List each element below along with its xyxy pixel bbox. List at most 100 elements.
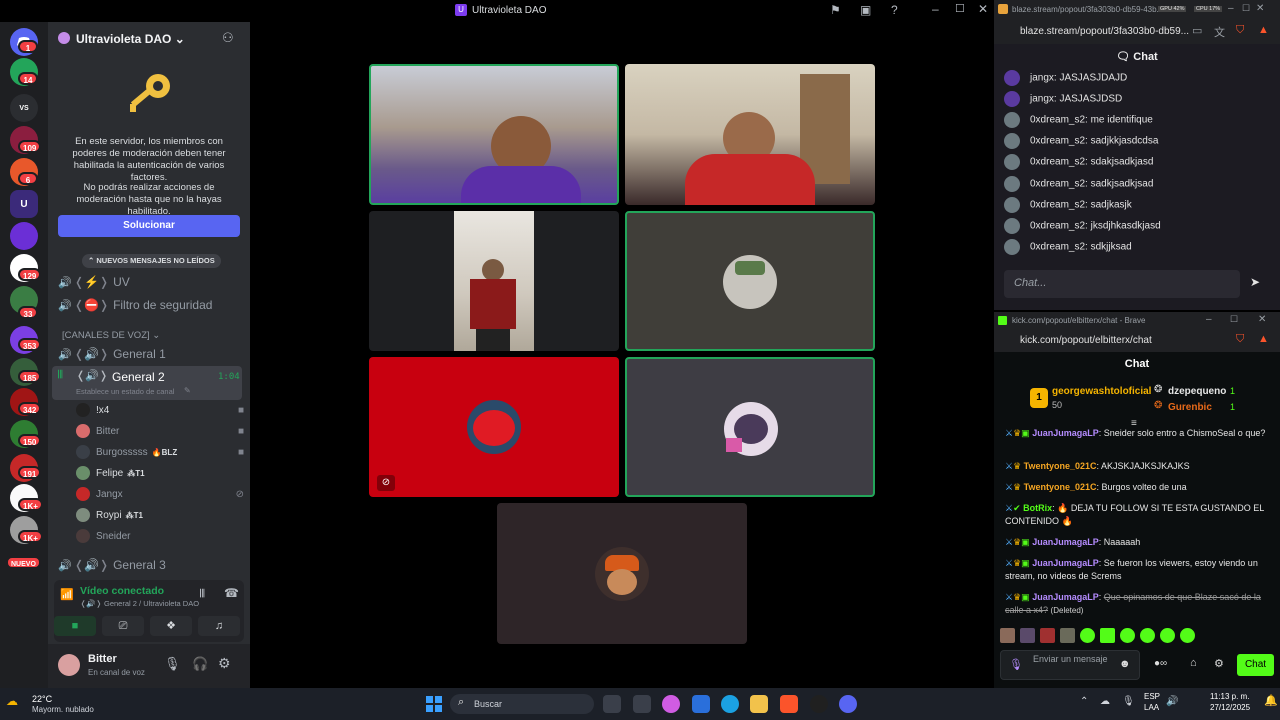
pencil-icon[interactable]: ✎ — [184, 386, 191, 395]
microphone-icon[interactable]: 🎙 — [1009, 658, 1023, 671]
keyboard-layout-indicator[interactable]: LAA — [1144, 703, 1159, 712]
activities-button[interactable]: ❖ — [150, 616, 192, 636]
kick-chat-input[interactable]: 🎙 Enviar un mensaje ☻ — [1000, 650, 1140, 680]
voice-status[interactable]: Vídeo conectado — [80, 585, 164, 597]
close-icon[interactable]: ✕ — [978, 2, 988, 16]
notifications-icon[interactable]: 🔔 — [1264, 694, 1278, 707]
soundboard-button[interactable]: ♫ — [198, 616, 240, 636]
copilot-icon[interactable] — [662, 695, 680, 713]
chevron-up-icon[interactable]: ⌃ — [1080, 696, 1088, 707]
brave-icon[interactable] — [780, 695, 798, 713]
gifter-name[interactable]: Gurenbic — [1168, 402, 1212, 413]
disconnect-icon[interactable]: ☎ — [224, 586, 239, 600]
video-tile-webcam-3[interactable] — [369, 211, 619, 351]
voice-user[interactable]: Burgosssss 🔥 BLZ ■ — [76, 443, 244, 461]
emote-icon[interactable] — [1060, 628, 1075, 643]
obs-icon[interactable] — [810, 695, 828, 713]
server-icon[interactable] — [10, 222, 38, 250]
emote-icon[interactable] — [1160, 628, 1175, 643]
emote-bar[interactable] — [1000, 628, 1200, 644]
video-tile-avatar-2[interactable]: ⊘ — [369, 357, 619, 497]
voice-channel-path[interactable]: ❬🔊❭ General 2 / Ultravioleta DAO — [80, 599, 199, 608]
maximize-icon[interactable]: ☐ — [1242, 3, 1250, 14]
voice-user[interactable]: Jangx ⊘ — [76, 485, 244, 503]
gear-icon[interactable]: ⚙ — [1214, 657, 1224, 670]
url-text[interactable]: blaze.stream/popout/3fa303b0-db59... — [1020, 26, 1189, 37]
video-tile-avatar-4[interactable] — [497, 503, 747, 644]
video-tile-webcam-1[interactable] — [369, 64, 619, 205]
emote-icon[interactable] — [1020, 628, 1035, 643]
chat-user[interactable]: Twentyone_021C — [1024, 482, 1097, 492]
chat-user[interactable]: JuanJumagaLP — [1032, 428, 1099, 438]
task-view-icon[interactable] — [603, 695, 621, 713]
emote-icon[interactable] — [1080, 628, 1095, 643]
server-icon-vs[interactable]: VS — [10, 94, 38, 122]
send-chat-button[interactable]: Chat — [1237, 654, 1274, 676]
start-menu-icon[interactable] — [426, 696, 442, 712]
chat-input[interactable]: Chat... — [1004, 270, 1240, 298]
edge-icon[interactable] — [721, 695, 739, 713]
discord-icon[interactable] — [839, 695, 857, 713]
gear-icon[interactable]: ⚙ — [218, 655, 231, 672]
unread-banner[interactable]: ⌃ NUEVOS MENSAJES NO LEÍDOS — [82, 254, 221, 268]
minimize-icon[interactable]: – — [1206, 314, 1212, 325]
maximize-icon[interactable]: ☐ — [1230, 314, 1238, 325]
weather-temp[interactable]: 22°C — [32, 694, 52, 704]
emote-icon[interactable] — [1120, 628, 1135, 643]
chat-user[interactable]: BotRix — [1023, 503, 1052, 513]
widgets-icon[interactable] — [633, 695, 651, 713]
top-gifter-name[interactable]: georgewashtoloficial — [1052, 386, 1151, 397]
video-icon[interactable]: ▣ — [860, 3, 871, 17]
add-member-icon[interactable]: ⚇ — [222, 30, 234, 46]
file-explorer-icon[interactable] — [750, 695, 768, 713]
points-icon[interactable]: ●∞ — [1154, 658, 1167, 669]
video-tile-avatar-3[interactable] — [625, 357, 875, 497]
channel-general-3[interactable]: 🔊 ❬🔊❭ General 3 — [58, 555, 244, 575]
chat-user[interactable]: JuanJumagaLP — [1032, 592, 1099, 602]
voice-category-header[interactable]: [CANALES DE VOZ] ⌄ — [62, 330, 160, 341]
channel-general-1[interactable]: 🔊 ❬🔊❭ General 1 — [58, 344, 244, 364]
video-tile-webcam-2[interactable] — [625, 64, 875, 205]
video-tile-avatar-1[interactable] — [625, 211, 875, 351]
language-indicator[interactable]: ESP — [1144, 692, 1160, 701]
browser-tab-title[interactable]: blaze.stream/popout/3fa303b0-db59-43b... — [1012, 5, 1158, 14]
noise-suppression-icon[interactable]: 𝄃𝄃 — [200, 588, 205, 601]
help-icon[interactable]: ? — [891, 3, 898, 17]
cast-icon[interactable]: ▭ — [1192, 24, 1202, 37]
channel-uv[interactable]: 🔊 ❬⚡❭ UV — [58, 272, 244, 292]
brave-shield-icon[interactable]: ⛉ — [1236, 333, 1244, 346]
url-text[interactable]: kick.com/popout/elbitterx/chat — [1020, 335, 1152, 346]
camera-button[interactable]: ■ — [54, 616, 96, 636]
server-icon-ultravioleta[interactable]: U — [10, 190, 38, 218]
emote-icon[interactable] — [1000, 628, 1015, 643]
onedrive-icon[interactable]: ☁ — [1100, 696, 1110, 707]
avatar[interactable] — [58, 654, 80, 676]
close-icon[interactable]: ✕ — [1258, 314, 1266, 325]
minimize-icon[interactable]: – — [932, 2, 939, 16]
close-icon[interactable]: ✕ — [1256, 3, 1264, 14]
emoji-icon[interactable]: ☻ — [1119, 658, 1131, 670]
emote-icon[interactable] — [1040, 628, 1055, 643]
brave-rewards-icon[interactable]: ▲ — [1258, 24, 1269, 36]
channel-status-prompt[interactable]: Establece un estado de canal — [76, 387, 174, 396]
store-icon[interactable]: ⌂ — [1190, 657, 1197, 669]
channel-general-2[interactable]: 𝄃𝄃 ❬🔊❭ General 2 1:04 Establece un estad… — [52, 366, 242, 400]
solucionar-button[interactable]: Solucionar — [58, 215, 240, 237]
minimize-icon[interactable]: – — [1228, 3, 1234, 14]
chat-user[interactable]: JuanJumagaLP — [1032, 537, 1099, 547]
translate-icon[interactable]: 文 — [1214, 24, 1225, 40]
voice-user[interactable]: Roypi ⁂ T1 — [76, 506, 244, 524]
store-icon[interactable] — [692, 695, 710, 713]
voice-user[interactable]: Felipe ⁂ T1 — [76, 464, 244, 482]
clock-date[interactable]: 27/12/2025 — [1210, 703, 1250, 712]
chat-user[interactable]: JuanJumagaLP — [1032, 558, 1099, 568]
browser-tab-title[interactable]: kick.com/popout/elbitterx/chat - Brave — [1012, 316, 1145, 325]
taskbar-search[interactable]: ⌕ Buscar — [450, 694, 594, 714]
microphone-icon[interactable]: 🎙 — [164, 656, 181, 672]
emote-icon[interactable] — [1100, 628, 1115, 643]
clock-time[interactable]: 11:13 p. m. — [1210, 692, 1249, 701]
mic-tray-icon[interactable]: 🎙 — [1122, 696, 1135, 707]
volume-icon[interactable]: 🔊 — [1166, 696, 1178, 707]
weather-icon[interactable]: ☁ — [6, 694, 18, 708]
voice-user[interactable]: Bitter ■ — [76, 422, 244, 440]
